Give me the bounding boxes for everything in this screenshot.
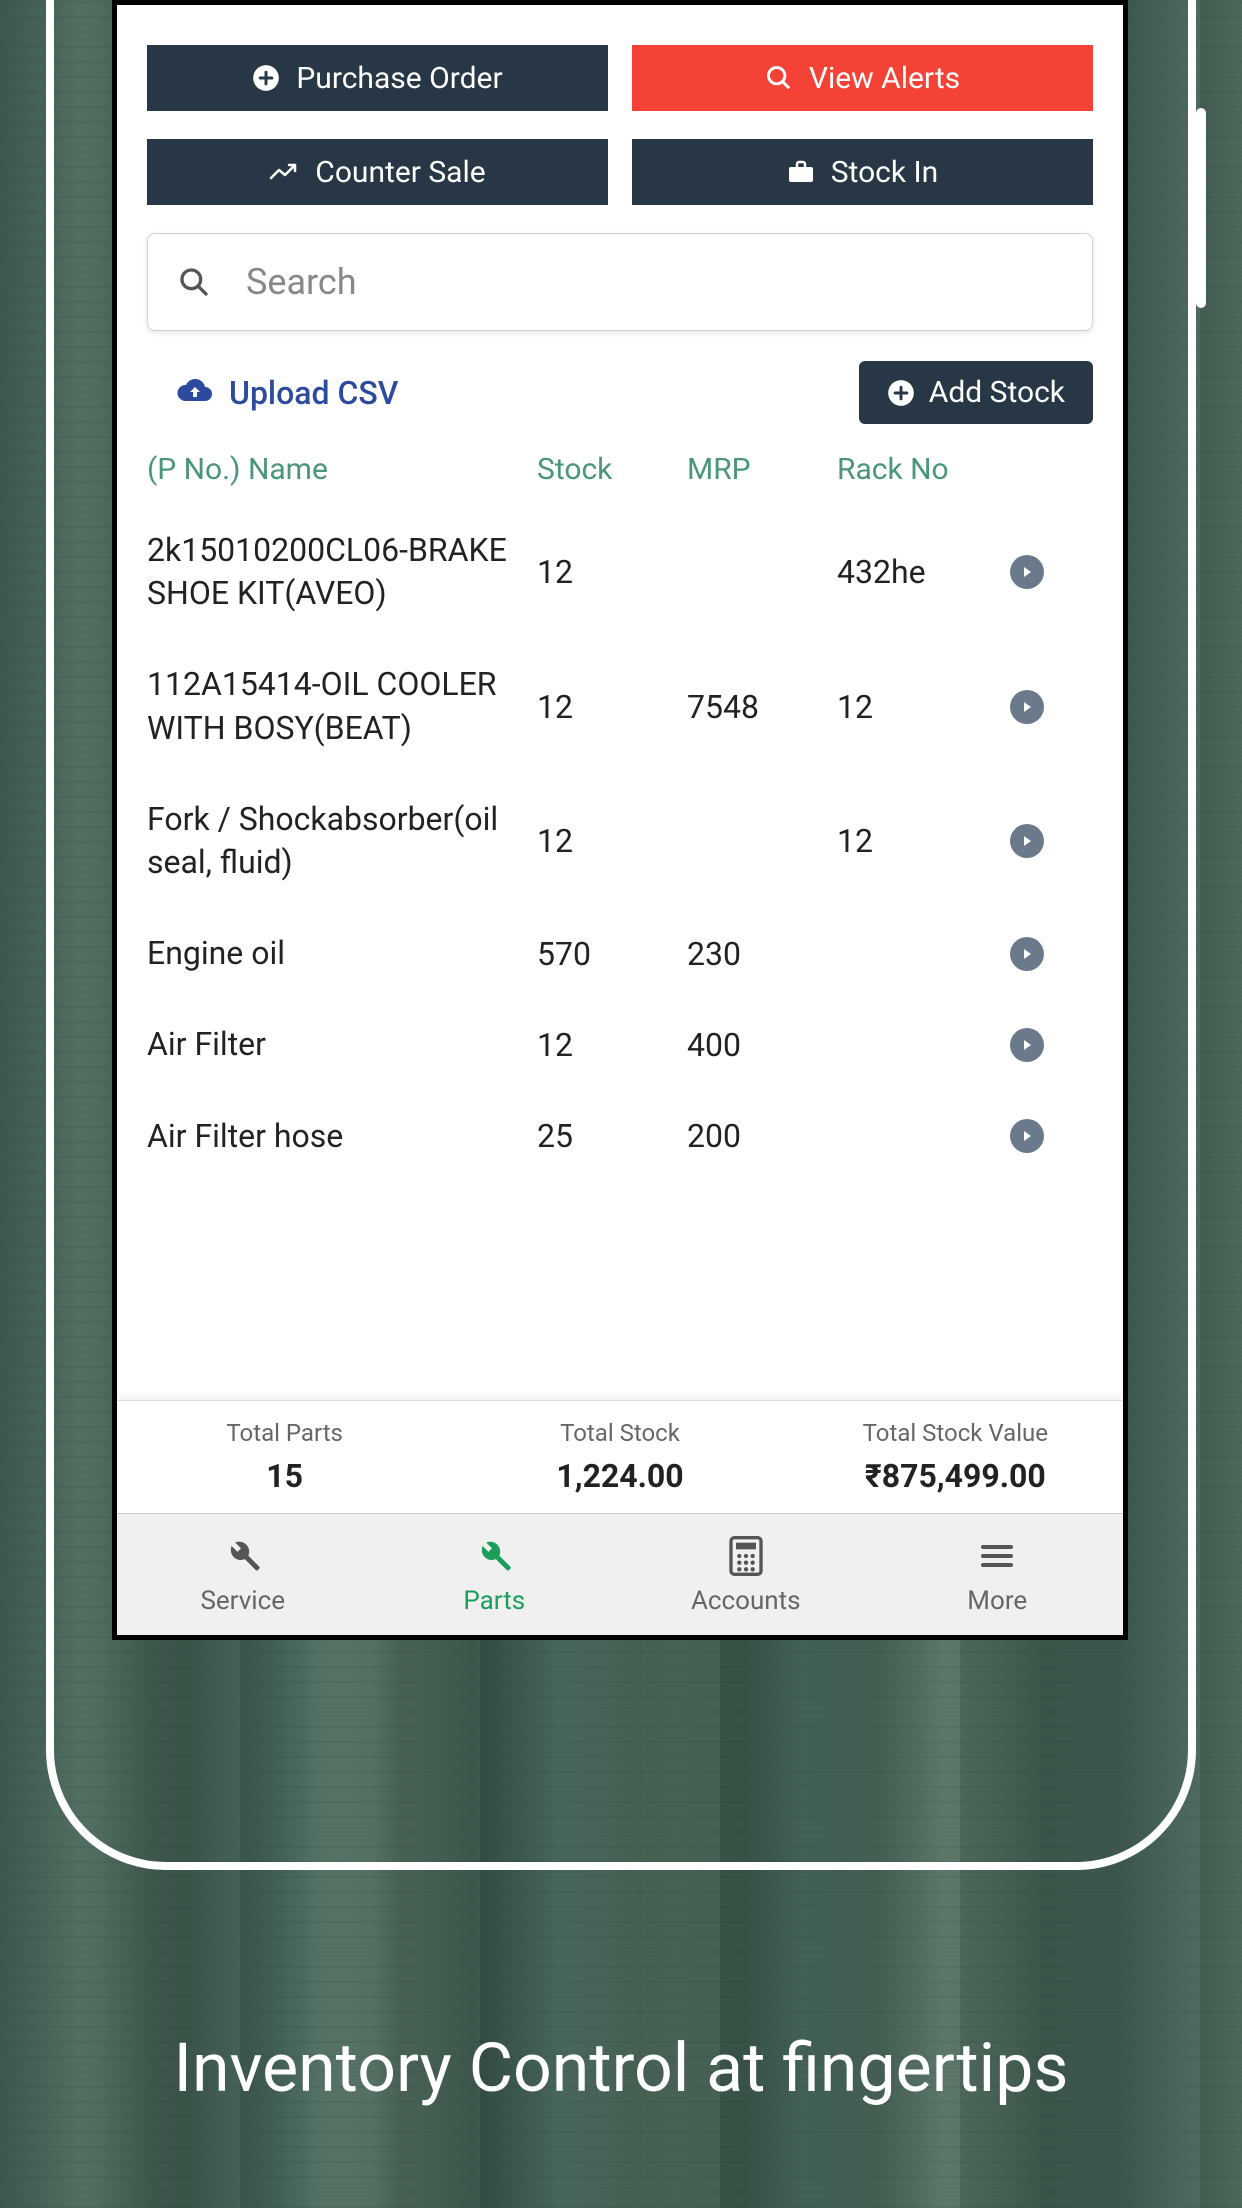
play-circle-icon[interactable]: [1010, 824, 1044, 858]
total-parts-value: 15: [117, 1457, 452, 1495]
nav-accounts-label: Accounts: [691, 1586, 801, 1616]
nav-more[interactable]: More: [872, 1514, 1124, 1635]
purchase-order-label: Purchase Order: [296, 61, 502, 96]
upload-csv-button[interactable]: Upload CSV: [177, 374, 398, 412]
upload-csv-label: Upload CSV: [229, 374, 398, 412]
counter-sale-label: Counter Sale: [315, 155, 485, 190]
total-value-label: Total Stock Value: [788, 1419, 1123, 1447]
table-row[interactable]: Air Filter hose 25 200: [147, 1091, 1093, 1182]
cell-stock: 25: [537, 1117, 687, 1155]
counter-sale-button[interactable]: Counter Sale: [147, 139, 608, 205]
cell-stock: 12: [537, 553, 687, 591]
table-row[interactable]: Engine oil 570 230: [147, 908, 1093, 999]
calculator-icon: [724, 1534, 768, 1578]
total-stock-value: 1,224.00: [452, 1457, 787, 1495]
play-circle-icon[interactable]: [1010, 1028, 1044, 1062]
tagline: Inventory Control at fingertips: [0, 2028, 1242, 2108]
nav-more-label: More: [967, 1586, 1027, 1616]
table-header: (P No.) Name Stock MRP Rack No: [117, 452, 1123, 487]
stock-in-button[interactable]: Stock In: [632, 139, 1093, 205]
view-alerts-button[interactable]: View Alerts: [632, 45, 1093, 111]
add-stock-button[interactable]: Add Stock: [859, 361, 1093, 424]
total-stock-label: Total Stock: [452, 1419, 787, 1447]
table-body: 2k15010200CL06-BRAKE SHOE KIT(AVEO) 12 4…: [117, 505, 1123, 1182]
totals-bar: Total Parts 15 Total Stock 1,224.00 Tota…: [117, 1400, 1123, 1513]
stock-in-label: Stock In: [831, 155, 939, 190]
plus-circle-icon: [887, 379, 915, 407]
cell-mrp: 400: [687, 1026, 837, 1064]
cloud-upload-icon: [177, 379, 213, 407]
play-circle-icon[interactable]: [1010, 555, 1044, 589]
total-stock: Total Stock 1,224.00: [452, 1419, 787, 1495]
tools-icon: [221, 1534, 265, 1578]
trending-up-icon: [269, 162, 299, 182]
total-parts: Total Parts 15: [117, 1419, 452, 1495]
nav-service-label: Service: [200, 1586, 285, 1616]
search-icon: [178, 266, 210, 298]
cell-stock: 570: [537, 935, 687, 973]
add-stock-label: Add Stock: [929, 375, 1065, 410]
cell-rack: 432he: [837, 553, 997, 591]
play-circle-icon[interactable]: [1010, 690, 1044, 724]
cell-rack: 12: [837, 822, 997, 860]
nav-parts[interactable]: Parts: [369, 1514, 621, 1635]
cell-stock: 12: [537, 688, 687, 726]
total-stock-value: Total Stock Value ₹875,499.00: [788, 1419, 1123, 1495]
cell-name: Air Filter: [147, 1023, 537, 1066]
play-circle-icon[interactable]: [1010, 1119, 1044, 1153]
cell-mrp: 200: [687, 1117, 837, 1155]
header-rack[interactable]: Rack No: [837, 452, 997, 487]
play-circle-icon[interactable]: [1010, 937, 1044, 971]
header-stock[interactable]: Stock: [537, 452, 687, 487]
bottom-nav: Service Parts Accounts More: [117, 1513, 1123, 1635]
table-row[interactable]: Air Filter 12 400: [147, 999, 1093, 1090]
cell-stock: 12: [537, 822, 687, 860]
nav-service[interactable]: Service: [117, 1514, 369, 1635]
cell-name: Air Filter hose: [147, 1115, 537, 1158]
search-icon: [765, 64, 793, 92]
table-row[interactable]: Fork / Shockabsorber(oil seal, fluid) 12…: [147, 774, 1093, 908]
briefcase-icon: [787, 160, 815, 184]
table-row[interactable]: 112A15414-OIL COOLER WITH BOSY(BEAT) 12 …: [147, 639, 1093, 773]
total-parts-label: Total Parts: [117, 1419, 452, 1447]
purchase-order-button[interactable]: Purchase Order: [147, 45, 608, 111]
cell-name: Fork / Shockabsorber(oil seal, fluid): [147, 798, 537, 884]
cell-name: 112A15414-OIL COOLER WITH BOSY(BEAT): [147, 663, 537, 749]
wrench-icon: [472, 1534, 516, 1578]
phone-side-button: [1196, 108, 1206, 308]
view-alerts-label: View Alerts: [809, 61, 960, 96]
cell-stock: 12: [537, 1026, 687, 1064]
cell-mrp: 230: [687, 935, 837, 973]
cell-name: Engine oil: [147, 932, 537, 975]
nav-parts-label: Parts: [463, 1586, 525, 1616]
app-screen: Purchase Order View Alerts Counter Sale: [112, 0, 1128, 1640]
menu-icon: [975, 1534, 1019, 1578]
cell-rack: 12: [837, 688, 997, 726]
header-name[interactable]: (P No.) Name: [147, 452, 537, 487]
total-value-value: ₹875,499.00: [788, 1457, 1123, 1495]
header-mrp[interactable]: MRP: [687, 452, 837, 487]
search-container[interactable]: [147, 233, 1093, 331]
cell-name: 2k15010200CL06-BRAKE SHOE KIT(AVEO): [147, 529, 537, 615]
table-row[interactable]: 2k15010200CL06-BRAKE SHOE KIT(AVEO) 12 4…: [147, 505, 1093, 639]
cell-mrp: 7548: [687, 688, 837, 726]
plus-circle-icon: [252, 64, 280, 92]
nav-accounts[interactable]: Accounts: [620, 1514, 872, 1635]
search-input[interactable]: [246, 261, 1062, 303]
